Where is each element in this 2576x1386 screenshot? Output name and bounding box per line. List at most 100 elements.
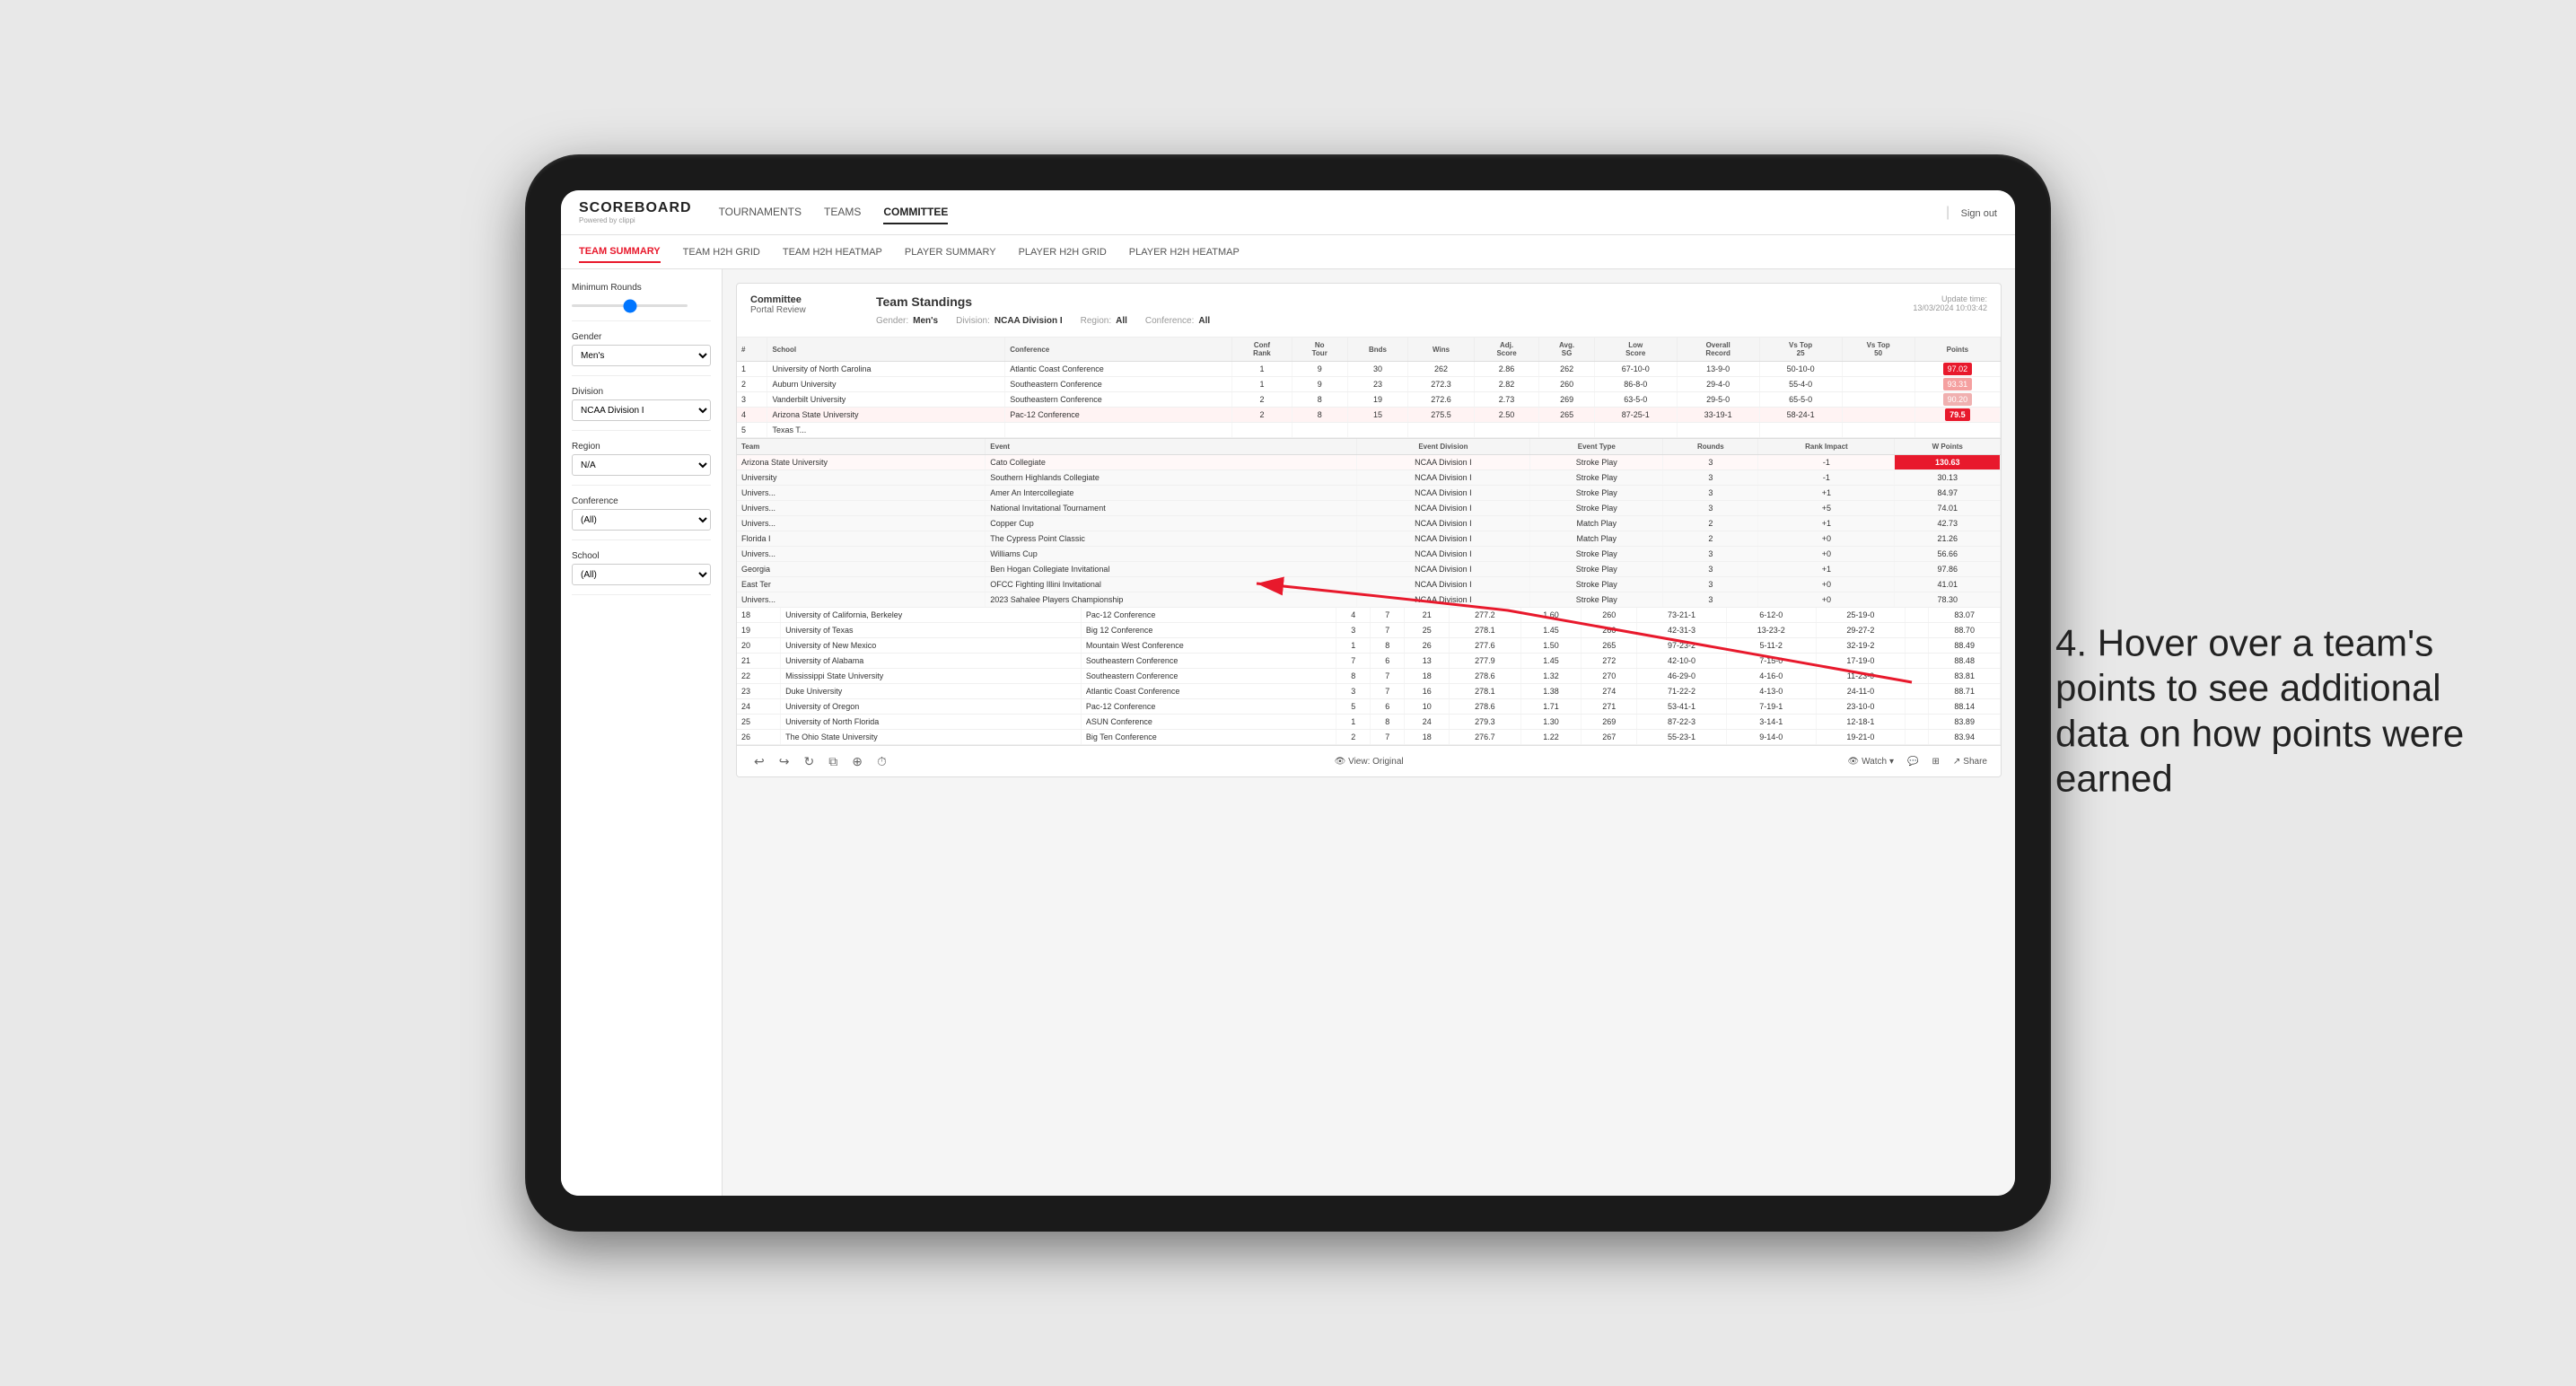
nav-teams[interactable]: TEAMS	[824, 201, 861, 224]
table-row[interactable]: 3 Vanderbilt University Southeastern Con…	[737, 392, 2001, 408]
row-conference: Southeastern Conference	[1005, 392, 1232, 408]
th-school: School	[767, 338, 1005, 362]
row-points[interactable]: 90.20	[1914, 392, 2000, 408]
conference-select[interactable]: (All)	[572, 509, 711, 531]
watch-icon: 👁	[1847, 757, 1859, 767]
filter-conference: Conference: All	[1145, 316, 1210, 326]
division-filter-label: Division:	[956, 316, 990, 326]
nav-tournaments[interactable]: TOURNAMENTS	[719, 201, 802, 224]
region-filter-value: All	[1116, 316, 1127, 326]
sub-nav-player-h2h-grid[interactable]: PLAYER H2H GRID	[1019, 242, 1107, 262]
row-rank: 4	[737, 408, 767, 423]
sign-out-button[interactable]: Sign out	[1961, 208, 1997, 219]
sub-nav-player-h2h-heatmap[interactable]: PLAYER H2H HEATMAP	[1129, 242, 1240, 262]
row-low-score: 63-5-0	[1594, 392, 1677, 408]
update-time: Update time: 13/03/2024 10:03:42	[1913, 294, 1987, 312]
row-rank: 1	[737, 362, 767, 377]
committee-portal-title: Committee	[750, 294, 858, 305]
report-container: Committee Portal Review Team Standings G…	[736, 283, 2002, 777]
row-points[interactable]: 79.5	[1914, 408, 2000, 423]
main-content: Minimum Rounds Gender Men's Division NCA…	[561, 269, 2015, 1196]
row-wins: 275.5	[1408, 408, 1474, 423]
hover-popup-table: Team Event Event Division Event Type Rou…	[737, 439, 2001, 608]
standings-title: Team Standings	[876, 294, 1913, 309]
table-row[interactable]: 1 University of North Carolina Atlantic …	[737, 362, 2001, 377]
row-conference: Atlantic Coast Conference	[1005, 362, 1232, 377]
row-overall: 13-9-0	[1677, 362, 1759, 377]
popup-th-team: Team	[737, 439, 986, 455]
gender-filter-label: Gender:	[876, 316, 908, 326]
table-row[interactable]: 2 Auburn University Southeastern Confere…	[737, 377, 2001, 392]
watch-button[interactable]: 👁 Watch ▾	[1847, 757, 1894, 767]
region-select[interactable]: N/A	[572, 454, 711, 476]
sub-nav-team-summary[interactable]: TEAM SUMMARY	[579, 241, 661, 263]
logo-text: SCOREBOARD	[579, 200, 692, 216]
filter-row: Gender: Men's Division: NCAA Division I …	[876, 316, 1913, 326]
popup-th-event: Event	[986, 439, 1356, 455]
comment-button[interactable]: 💬	[1907, 757, 1918, 767]
row-points[interactable]: 97.02	[1914, 362, 2000, 377]
school-select[interactable]: (All)	[572, 564, 711, 585]
division-select[interactable]: NCAA Division I	[572, 399, 711, 421]
row-points[interactable]: 93.31	[1914, 377, 2000, 392]
row-tours: 9	[1292, 362, 1347, 377]
refresh-button[interactable]: ↻	[800, 752, 818, 771]
row-bnds: 30	[1347, 362, 1408, 377]
popup-row: Univers...Williams CupNCAA Division IStr…	[737, 547, 2001, 562]
row-avg-sg: 269	[1539, 392, 1594, 408]
row-bnds: 19	[1347, 392, 1408, 408]
toolbar-view[interactable]: 👁 View: Original	[1335, 757, 1404, 767]
sidebar-min-rounds-label: Minimum Rounds	[572, 283, 711, 293]
time-button[interactable]: ⏱	[873, 752, 890, 771]
sub-nav-team-h2h-heatmap[interactable]: TEAM H2H HEATMAP	[783, 242, 882, 262]
gender-select[interactable]: Men's	[572, 345, 711, 366]
sidebar: Minimum Rounds Gender Men's Division NCA…	[561, 269, 723, 1196]
row-rank: 5	[737, 423, 767, 438]
sub-nav: TEAM SUMMARY TEAM H2H GRID TEAM H2H HEAT…	[561, 235, 2015, 269]
row-conf-rank: 1	[1232, 377, 1292, 392]
bottom-toolbar: ↩ ↪ ↻ ⧉ ⊕ ⏱ 👁 View: Original	[737, 745, 2001, 776]
popup-th-rank-impact: Rank Impact	[1758, 439, 1895, 455]
row-wins: 272.6	[1408, 392, 1474, 408]
sidebar-region-label: Region	[572, 442, 711, 452]
popup-th-type: Event Type	[1530, 439, 1663, 455]
min-rounds-slider[interactable]	[572, 304, 688, 307]
region-filter-label: Region:	[1081, 316, 1111, 326]
standings-table-top: # School Conference ConfRank NoTour Bnds…	[737, 338, 2001, 438]
row-tours: 8	[1292, 392, 1347, 408]
popup-th-points: W Points	[1895, 439, 2001, 455]
nav-committee[interactable]: COMMITTEE	[883, 201, 948, 224]
table-row[interactable]: 19 University of Texas Big 12 Conference…	[737, 623, 2001, 638]
table-row-highlighted[interactable]: 4 Arizona State University Pac-12 Confer…	[737, 408, 2001, 423]
table-row[interactable]: 20 University of New Mexico Mountain Wes…	[737, 638, 2001, 654]
logo-sub: Powered by clippi	[579, 216, 692, 224]
sign-out-area: | Sign out	[1946, 205, 1997, 221]
table-row[interactable]: 21 University of Alabama Southeastern Co…	[737, 654, 2001, 669]
table-row[interactable]: 26 The Ohio State University Big Ten Con…	[737, 730, 2001, 745]
row-overall: 29-5-0	[1677, 392, 1759, 408]
table-row[interactable]: 23 Duke University Atlantic Coast Confer…	[737, 684, 2001, 699]
th-vs25: Vs Top25	[1759, 338, 1842, 362]
share-button[interactable]: ↗ Share	[1953, 757, 1987, 767]
table-row[interactable]: 25 University of North Florida ASUN Conf…	[737, 715, 2001, 730]
undo-button[interactable]: ↩	[750, 752, 768, 771]
sub-nav-team-h2h-grid[interactable]: TEAM H2H GRID	[683, 242, 760, 262]
table-row[interactable]: 18 University of California, Berkeley Pa…	[737, 608, 2001, 623]
table-row[interactable]: 24 University of Oregon Pac-12 Conferenc…	[737, 699, 2001, 715]
table-row[interactable]: 22 Mississippi State University Southeas…	[737, 669, 2001, 684]
th-rank: #	[737, 338, 767, 362]
redo-button[interactable]: ↪	[775, 752, 793, 771]
row-tours: 9	[1292, 377, 1347, 392]
copy-button[interactable]: ⧉	[825, 752, 841, 771]
sub-nav-player-summary[interactable]: PLAYER SUMMARY	[905, 242, 996, 262]
expand-button[interactable]: ⊞	[1932, 757, 1940, 767]
popup-row: UniversitySouthern Highlands CollegiateN…	[737, 470, 2001, 486]
add-button[interactable]: ⊕	[848, 752, 866, 771]
popup-th-rounds: Rounds	[1663, 439, 1758, 455]
standings-header: Team Standings Gender: Men's Division: N…	[876, 294, 1913, 326]
row-vs50	[1842, 392, 1914, 408]
view-icon: 👁	[1335, 757, 1346, 767]
row-adj-score: 2.82	[1474, 377, 1539, 392]
sidebar-gender-label: Gender	[572, 332, 711, 342]
table-row[interactable]: 5 Texas T...	[737, 423, 2001, 438]
